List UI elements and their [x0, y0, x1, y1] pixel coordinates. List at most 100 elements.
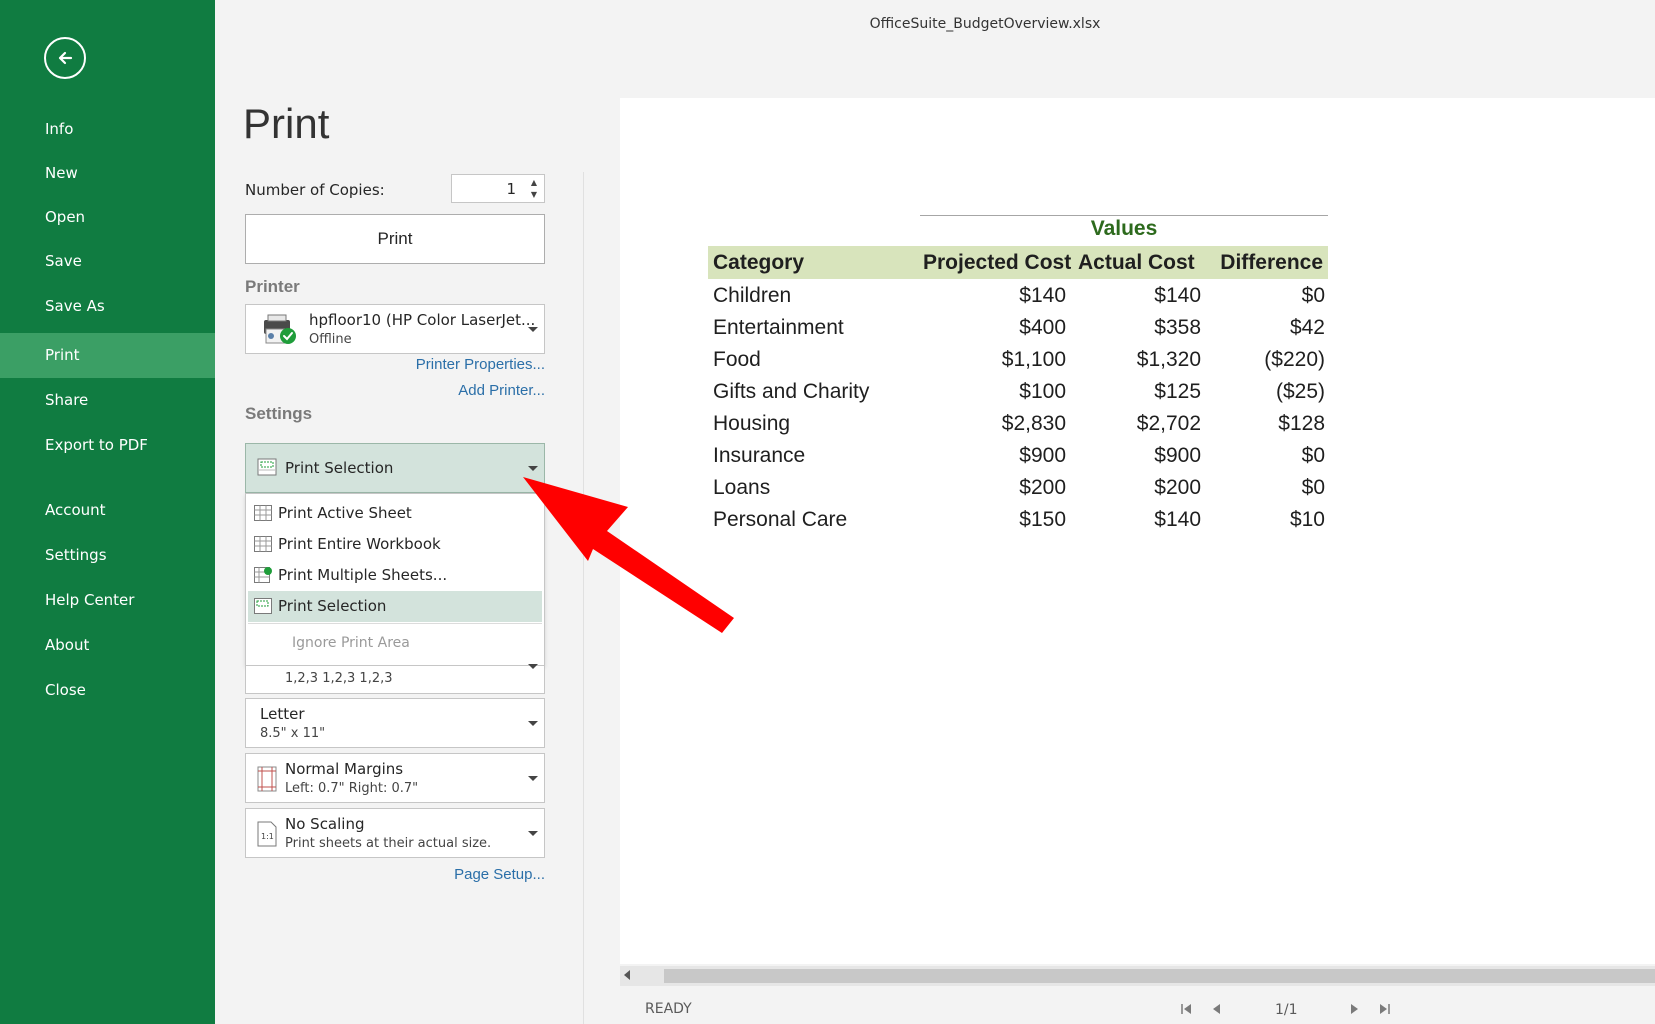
cell-difference: ($25)	[1275, 380, 1325, 403]
scroll-left-arrow-icon[interactable]	[624, 970, 630, 980]
cell-category: Gifts and Charity	[713, 380, 870, 403]
selection-sheet-icon	[257, 458, 277, 476]
cell-projected: $2,830	[1001, 412, 1066, 435]
add-printer-link[interactable]: Add Printer...	[458, 382, 545, 399]
print-what-dropdown[interactable]: Print Selection	[245, 443, 545, 493]
scaling-icon: 1:1	[257, 821, 277, 847]
sidebar-item-info[interactable]: Info	[0, 107, 215, 152]
table-row: Gifts and Charity $100 $125 ($25)	[708, 376, 1328, 408]
printer-properties-link[interactable]: Printer Properties...	[416, 356, 545, 373]
copies-label: Number of Copies:	[245, 181, 385, 199]
chevron-down-icon	[528, 664, 538, 669]
sidebar-item-save[interactable]: Save	[0, 239, 215, 284]
printer-dropdown[interactable]: hpfloor10 (HP Color LaserJet... Offline	[245, 304, 545, 354]
selection-icon	[254, 598, 272, 614]
chevron-down-icon	[528, 831, 538, 836]
cell-category: Housing	[713, 412, 791, 435]
sidebar-item-share[interactable]: Share	[0, 378, 215, 423]
cell-actual: $2,702	[1136, 412, 1201, 435]
collate-dropdown[interactable]: 1,2,3 1,2,3 1,2,3	[245, 664, 545, 694]
sidebar-item-help-center[interactable]: Help Center	[0, 578, 215, 623]
chevron-down-icon	[528, 776, 538, 781]
menu-item-label: Print Selection	[278, 597, 387, 615]
printer-name: hpfloor10 (HP Color LaserJet...	[309, 311, 536, 329]
cell-projected: $400	[1019, 316, 1066, 339]
menu-item-print-selection[interactable]: Print Selection	[248, 591, 542, 622]
chevron-down-icon	[528, 466, 538, 471]
last-page-icon[interactable]	[1377, 1002, 1391, 1016]
chevron-down-icon	[528, 327, 538, 332]
previous-page-icon[interactable]	[1210, 1002, 1224, 1016]
paper-size-dropdown[interactable]: Letter 8.5" x 11"	[245, 698, 545, 748]
table-row: Insurance $900 $900 $0	[708, 440, 1328, 472]
sidebar-item-new[interactable]: New	[0, 151, 215, 196]
copies-value[interactable]: 1	[506, 180, 516, 198]
backstage-sidebar: Info New Open Save Save As Print Share E…	[0, 0, 215, 1024]
header-actual-cost: Actual Cost	[1078, 251, 1195, 274]
header-projected-cost: Projected Cost	[923, 251, 1072, 274]
cell-difference: $42	[1289, 316, 1325, 339]
cell-projected: $140	[1019, 284, 1066, 307]
printer-status: Offline	[309, 332, 352, 347]
menu-item-print-multiple-sheets[interactable]: Print Multiple Sheets...	[248, 560, 542, 591]
scaling-sub: Print sheets at their actual size.	[285, 836, 492, 851]
sidebar-item-export-to-pdf[interactable]: Export to PDF	[0, 423, 215, 468]
sidebar-item-account[interactable]: Account	[0, 488, 215, 533]
table-row: Loans $200 $200 $0	[708, 472, 1328, 504]
settings-section-title: Settings	[245, 404, 313, 423]
panel-divider	[583, 172, 584, 1024]
document-title: OfficeSuite_BudgetOverview.xlsx	[869, 16, 1101, 32]
page-title: Print	[243, 100, 330, 147]
spin-down-icon[interactable]: ▼	[529, 189, 539, 201]
menu-item-print-entire-workbook[interactable]: Print Entire Workbook	[248, 529, 542, 560]
scaling-title: No Scaling	[285, 815, 365, 833]
print-button[interactable]: Print	[245, 214, 545, 264]
sidebar-item-settings[interactable]: Settings	[0, 533, 215, 578]
margins-title: Normal Margins	[285, 760, 404, 778]
menu-item-label: Print Active Sheet	[278, 504, 412, 522]
margins-sub: Left: 0.7" Right: 0.7"	[285, 781, 419, 796]
next-page-icon[interactable]	[1347, 1002, 1361, 1016]
spin-up-icon[interactable]: ▲	[529, 177, 539, 189]
sidebar-item-close[interactable]: Close	[0, 668, 215, 713]
values-label: Values	[1090, 217, 1158, 240]
printer-section-title: Printer	[245, 277, 300, 296]
cell-difference: ($220)	[1264, 348, 1325, 371]
menu-item-print-active-sheet[interactable]: Print Active Sheet	[248, 498, 542, 529]
header-difference: Difference	[1220, 251, 1323, 274]
sidebar-item-about[interactable]: About	[0, 623, 215, 668]
cell-projected: $1,100	[1001, 348, 1066, 371]
table-row: Children $140 $140 $0	[708, 280, 1328, 312]
back-button[interactable]	[44, 37, 86, 79]
cell-actual: $200	[1154, 476, 1201, 499]
cell-difference: $10	[1289, 508, 1325, 531]
status-text: READY	[645, 1001, 692, 1017]
values-divider	[920, 215, 1328, 216]
arrow-left-icon	[58, 51, 73, 65]
workbook-icon	[254, 536, 272, 552]
table-row: Housing $2,830 $2,702 $128	[708, 408, 1328, 440]
multiple-sheets-icon	[254, 567, 272, 583]
page-setup-link[interactable]: Page Setup...	[454, 866, 545, 883]
sidebar-item-save-as[interactable]: Save As	[0, 284, 215, 329]
cell-difference: $0	[1301, 284, 1325, 307]
cell-category: Personal Care	[713, 508, 848, 531]
cell-projected: $200	[1019, 476, 1066, 499]
cell-category: Insurance	[713, 444, 806, 467]
preview-horizontal-scrollbar[interactable]	[620, 966, 1655, 986]
scrollbar-thumb[interactable]	[664, 969, 1655, 983]
cell-difference: $0	[1301, 476, 1325, 499]
sidebar-item-open[interactable]: Open	[0, 195, 215, 240]
first-page-icon[interactable]	[1180, 1002, 1194, 1016]
scaling-dropdown[interactable]: 1:1 No Scaling Print sheets at their act…	[245, 808, 545, 858]
menu-item-label: Print Multiple Sheets...	[278, 566, 448, 584]
ignore-print-area-option[interactable]: Ignore Print Area	[292, 635, 410, 651]
table-row: Personal Care $150 $140 $10	[708, 504, 1328, 536]
margins-dropdown[interactable]: Normal Margins Left: 0.7" Right: 0.7"	[245, 753, 545, 803]
cell-projected: $900	[1019, 444, 1066, 467]
sidebar-item-print[interactable]: Print	[0, 333, 215, 378]
collate-sub: 1,2,3 1,2,3 1,2,3	[285, 671, 393, 686]
copies-stepper[interactable]: 1 ▲ ▼	[451, 174, 545, 203]
menu-item-label: Print Entire Workbook	[278, 535, 441, 553]
cell-actual: $140	[1154, 508, 1201, 531]
